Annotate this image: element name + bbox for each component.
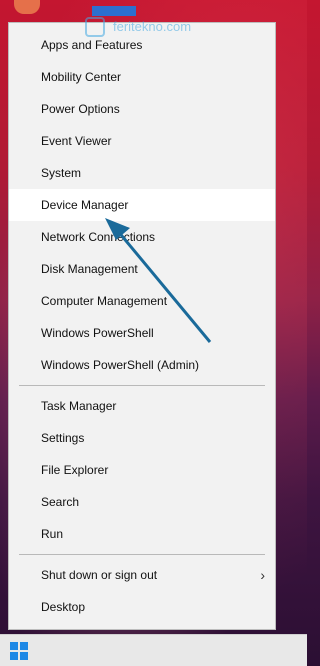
chevron-right-icon: › — [260, 567, 265, 583]
menu-item-system[interactable]: System — [9, 157, 275, 189]
menu-item-task-manager[interactable]: Task Manager — [9, 390, 275, 422]
menu-item-label: Shut down or sign out — [41, 568, 158, 582]
taskbar — [0, 634, 307, 666]
menu-item-mobility-center[interactable]: Mobility Center — [9, 61, 275, 93]
menu-item-file-explorer[interactable]: File Explorer — [9, 454, 275, 486]
menu-item-event-viewer[interactable]: Event Viewer — [9, 125, 275, 157]
menu-item-windows-powershell-admin[interactable]: Windows PowerShell (Admin) — [9, 349, 275, 381]
menu-item-network-connections[interactable]: Network Connections — [9, 221, 275, 253]
watermark-logo-icon — [85, 17, 105, 37]
menu-item-search[interactable]: Search — [9, 486, 275, 518]
menu-item-computer-management[interactable]: Computer Management — [9, 285, 275, 317]
menu-item-run[interactable]: Run — [9, 518, 275, 550]
menu-item-power-options[interactable]: Power Options — [9, 93, 275, 125]
menu-item-settings[interactable]: Settings — [9, 422, 275, 454]
winx-context-menu: Apps and Features Mobility Center Power … — [8, 22, 276, 630]
desktop-icon[interactable] — [14, 0, 40, 14]
menu-item-device-manager[interactable]: Device Manager — [9, 189, 275, 221]
menu-separator — [19, 385, 265, 386]
menu-item-desktop[interactable]: Desktop — [9, 591, 275, 623]
watermark: feritekno.com — [85, 13, 225, 41]
menu-separator — [19, 554, 265, 555]
watermark-text: feritekno.com — [113, 19, 192, 34]
menu-item-disk-management[interactable]: Disk Management — [9, 253, 275, 285]
windows-logo-icon[interactable] — [10, 642, 28, 660]
menu-item-windows-powershell[interactable]: Windows PowerShell — [9, 317, 275, 349]
menu-item-shut-down-or-sign-out[interactable]: Shut down or sign out › — [9, 559, 275, 591]
